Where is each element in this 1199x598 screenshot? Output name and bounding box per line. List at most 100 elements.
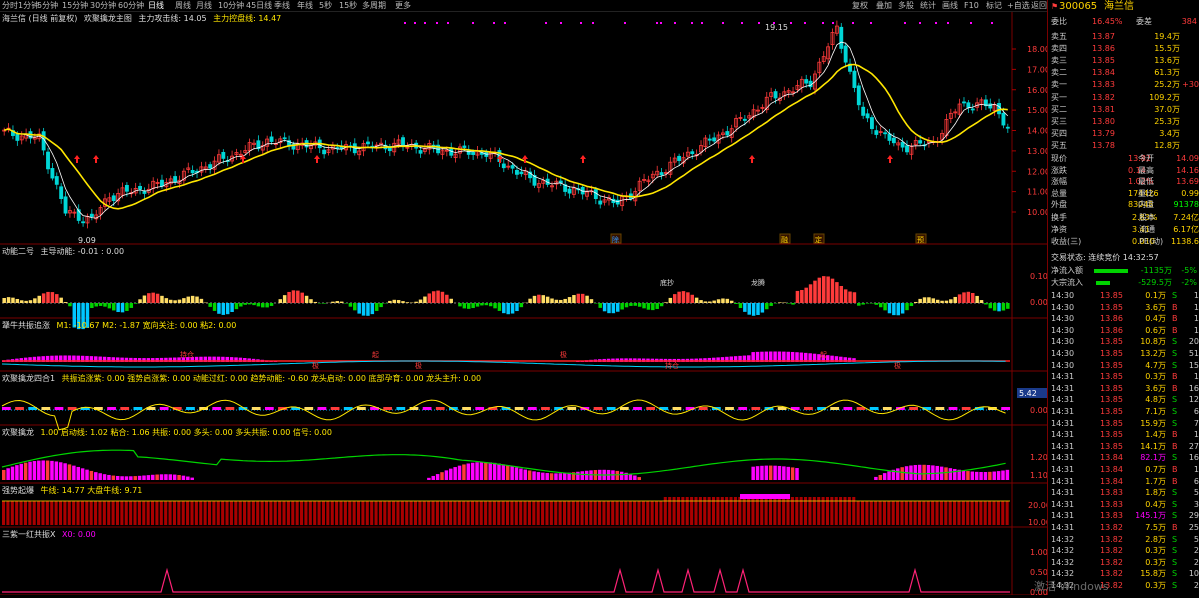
momentum-bar (835, 282, 839, 303)
sub4-bar (24, 463, 28, 480)
tick-cell-1: 13.85 (1100, 371, 1123, 382)
sub5-bar (50, 501, 53, 525)
sub4-bar (147, 475, 151, 480)
sub4-bar (1001, 471, 1005, 480)
tab-0[interactable]: 分时 (2, 0, 18, 11)
stat2-row-2-cell-3: 1138.6 (1171, 236, 1199, 247)
momentum-bar (287, 292, 291, 303)
ask-row-4: 卖一13.8325.2万+30 (1048, 79, 1199, 90)
tick-cell-0: 14:30 (1051, 336, 1074, 347)
tick-row: 14:3113.8515.9万S7 (1048, 418, 1199, 429)
toolbar-btn-4[interactable]: 画线 (942, 0, 958, 11)
sub5-bar (602, 501, 605, 525)
sub5-bar (940, 501, 943, 525)
tab-15[interactable]: 多周期 (362, 0, 386, 11)
bid-row-0-cell-0: 买一 (1051, 92, 1067, 103)
tick-cell-3: S (1172, 487, 1177, 498)
candle-body (125, 185, 128, 191)
tab-7[interactable]: 周线 (175, 0, 191, 11)
candle-body (884, 133, 887, 134)
tick-cell-2: 1.7万 (1145, 476, 1166, 487)
tick-cell-2: 3.6万 (1145, 383, 1166, 394)
momentum-bar (752, 303, 756, 316)
tick-cell-0: 14:32 (1051, 534, 1074, 545)
momentum-bar (677, 292, 681, 303)
inflow-pct-0: -5% (1181, 265, 1197, 276)
attack-line-value: 主力攻击线: 14.05 (138, 14, 206, 23)
tab-5[interactable]: 60分钟 (118, 0, 144, 11)
tab-3[interactable]: 15分钟 (62, 0, 88, 11)
ask-row-3-cell-0: 卖二 (1051, 67, 1067, 78)
tick-cell-2: 4.7万 (1145, 360, 1166, 371)
tab-2[interactable]: 5分钟 (37, 0, 58, 11)
ask-row-3-cell-1: 13.84 (1092, 67, 1115, 78)
momentum-bar (818, 278, 822, 303)
momentum-bar (997, 303, 1001, 311)
momentum-bar (980, 300, 984, 303)
tick-cell-4: 3 (1194, 499, 1199, 510)
tab-13[interactable]: 5秒 (319, 0, 332, 11)
stock-header: ⚑ 300065 海兰信 (1048, 1, 1199, 12)
bid-row-3-cell-1: 13.79 (1092, 128, 1115, 139)
tick-cell-0: 14:30 (1051, 360, 1074, 371)
tab-11[interactable]: 季线 (274, 0, 290, 11)
momentum-bar (831, 279, 835, 303)
sub4-bar (182, 476, 186, 480)
momentum-bar (844, 289, 848, 303)
tick-cell-0: 14:31 (1051, 510, 1074, 521)
signal-dot (970, 22, 972, 24)
candle-body (892, 138, 895, 143)
momentum-bar (870, 303, 874, 304)
tick-cell-3: B (1172, 441, 1178, 452)
toolbar-btn-8[interactable]: 返回 (1031, 0, 1047, 11)
tick-row: 14:3113.851.4万B1 (1048, 429, 1199, 440)
sub5-bar (274, 501, 277, 525)
tab-12[interactable]: 年线 (297, 0, 313, 11)
toolbar-btn-5[interactable]: F10 (964, 0, 979, 11)
tab-4[interactable]: 30分钟 (90, 0, 116, 11)
tab-1[interactable]: 1分钟 (18, 0, 39, 11)
toolbar-btn-1[interactable]: 叠加 (876, 0, 892, 11)
sub4-bar (190, 478, 194, 480)
sub2-label-6: 起 (820, 351, 827, 359)
candle-body (870, 118, 873, 129)
candle-body (691, 152, 694, 154)
tab-16[interactable]: 更多 (395, 0, 411, 11)
candle-body (905, 146, 908, 152)
sub4-bar (431, 476, 435, 480)
sub4-bar (484, 462, 488, 480)
tick-cell-1: 13.85 (1100, 441, 1123, 452)
toolbar-btn-7[interactable]: +自选 (1007, 0, 1030, 11)
sub5-bar (265, 501, 268, 525)
tab-6[interactable]: 日线 (148, 0, 164, 11)
kline-and-indicators-svg[interactable]: 18.0017.0016.0015.0014.0013.0012.0011.00… (0, 12, 1047, 595)
toolbar-btn-0[interactable]: 复权 (852, 0, 868, 11)
sub5-bar (239, 501, 242, 525)
toolbar-btn-6[interactable]: 标记 (986, 0, 1002, 11)
tick-cell-1: 13.84 (1100, 452, 1123, 463)
sub5-bar (620, 501, 623, 525)
toolbar-btn-3[interactable]: 统计 (920, 0, 936, 11)
momentum-bar (16, 299, 20, 303)
sub3-strip (949, 407, 958, 410)
tick-cell-1: 13.84 (1100, 476, 1123, 487)
tab-14[interactable]: 15秒 (339, 0, 357, 11)
momentum-bar (498, 303, 502, 311)
sub3-strip (436, 407, 445, 410)
sub4-bar (782, 466, 786, 480)
chart-area[interactable]: 18.0017.0016.0015.0014.0013.0012.0011.00… (0, 12, 1047, 595)
tick-cell-3: S (1172, 568, 1177, 579)
toolbar-btn-2[interactable]: 多股 (898, 0, 914, 11)
momentum-bar (883, 303, 887, 310)
tab-9[interactable]: 10分钟 (218, 0, 244, 11)
tab-10[interactable]: 45日线 (246, 0, 272, 11)
momentum-bar (138, 299, 142, 303)
tick-cell-2: 0.7万 (1145, 464, 1166, 475)
tick-cell-0: 14:30 (1051, 313, 1074, 324)
ask-row-4-cell-3: +30 (1182, 79, 1199, 90)
tick-cell-4: 5 (1194, 534, 1199, 545)
tab-8[interactable]: 月线 (196, 0, 212, 11)
sub-panel-5-name: 强势起爆 (2, 486, 34, 495)
sub5-y-tick: 10.00 (1028, 518, 1047, 527)
momentum-bar (314, 302, 318, 303)
